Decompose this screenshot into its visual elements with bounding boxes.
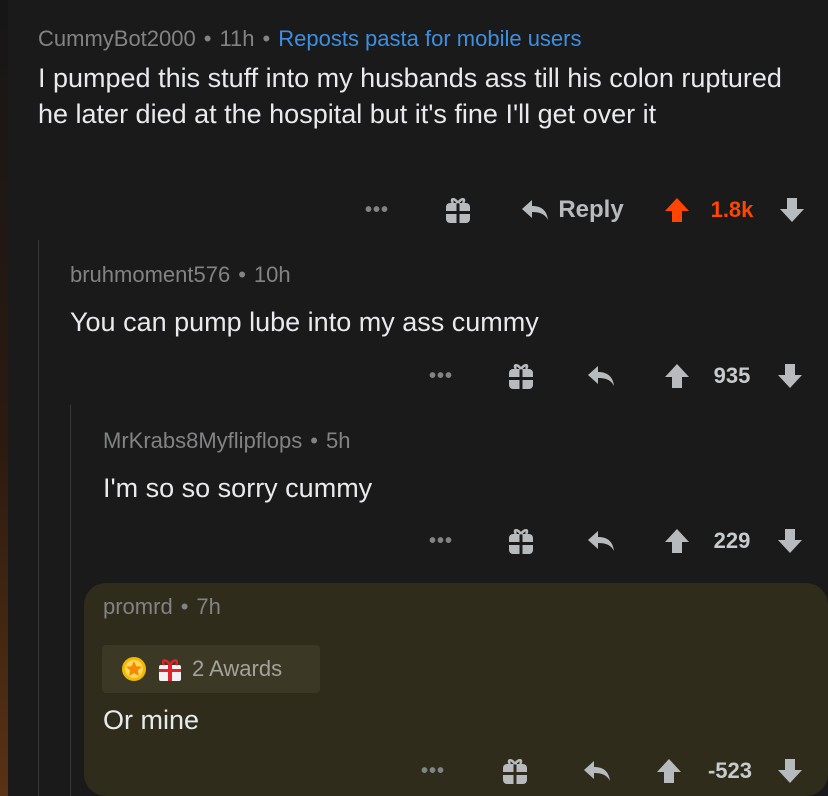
- gift-icon: [446, 198, 470, 223]
- reply-arrow-icon: [522, 200, 549, 220]
- downvote-button[interactable]: [776, 363, 804, 389]
- comment-meta: promrd • 7h: [103, 594, 803, 620]
- comment-author[interactable]: CummyBot2000: [38, 26, 196, 51]
- comment-actions: ••• Reply 1.8k: [0, 190, 828, 230]
- comment-body: I'm so so sorry cummy: [103, 473, 373, 503]
- comment-body: I pumped this stuff into my husbands ass…: [38, 63, 782, 129]
- reply-arrow-icon: [584, 761, 610, 781]
- downvote-arrow-icon: [778, 364, 802, 388]
- comment-author[interactable]: bruhmoment576: [70, 262, 230, 287]
- comment-body: You can pump lube into my ass cummy: [70, 307, 539, 337]
- comment-bruhmoment576: bruhmoment576 • 10h You can pump lube into…: [70, 262, 810, 340]
- downvote-button[interactable]: [778, 197, 806, 223]
- upvote-arrow-icon: [665, 364, 689, 388]
- gift-award-icon: [159, 659, 181, 681]
- meta-separator: •: [310, 428, 318, 453]
- comment-cummybot2000: CummyBot2000 • 11h • Reposts pasta for mobil…: [38, 26, 818, 132]
- reply-button[interactable]: [580, 759, 614, 783]
- comment-meta: MrKrabs8Myflipflops • 5h: [103, 428, 803, 454]
- upvote-button[interactable]: [663, 363, 691, 389]
- comment-actions: ••• -523: [0, 751, 828, 791]
- reply-arrow-icon: [588, 531, 614, 551]
- comment-promrd: promrd • 7h: [103, 594, 803, 620]
- upvote-button[interactable]: [663, 528, 691, 554]
- upvote-button[interactable]: [655, 758, 683, 784]
- vote-score: 229: [713, 528, 751, 553]
- thread-line-level-2[interactable]: [70, 405, 71, 796]
- gift-icon: [503, 759, 527, 784]
- comment-time: 10h: [253, 262, 291, 287]
- reply-button[interactable]: [584, 529, 618, 553]
- upvote-arrow-icon: [665, 529, 689, 553]
- reply-button[interactable]: Reply: [517, 196, 627, 224]
- comment-actions: ••• 229: [0, 521, 828, 561]
- gift-icon: [509, 364, 533, 389]
- upvote-button[interactable]: [662, 197, 692, 223]
- vote-score: -523: [707, 758, 753, 783]
- comment-time: 7h: [196, 594, 221, 619]
- gift-icon: [509, 529, 533, 554]
- meta-separator: •: [262, 26, 271, 51]
- thread-line-level-1[interactable]: [38, 240, 39, 796]
- more-options-button[interactable]: •••: [418, 760, 448, 783]
- more-options-button[interactable]: •••: [426, 530, 456, 553]
- meta-separator: •: [203, 26, 212, 51]
- awards-badge[interactable]: 2 Awards: [102, 645, 320, 693]
- comment-author[interactable]: MrKrabs8Myflipflops: [103, 428, 302, 453]
- vote-score: 1.8k: [710, 197, 754, 222]
- vote-score: 935: [713, 363, 751, 388]
- give-award-button[interactable]: [506, 526, 536, 556]
- upvote-arrow-icon: [657, 759, 681, 783]
- window-edge: [0, 0, 8, 796]
- reply-arrow-icon: [588, 366, 614, 386]
- downvote-arrow-icon: [778, 529, 802, 553]
- more-options-button[interactable]: •••: [426, 365, 456, 388]
- reply-label: Reply: [558, 196, 624, 223]
- user-flair: Reposts pasta for mobile users: [278, 26, 582, 51]
- downvote-button[interactable]: [776, 528, 804, 554]
- comment-time: 5h: [325, 428, 351, 453]
- comment-meta: CummyBot2000 • 11h • Reposts pasta for mobil…: [38, 26, 818, 52]
- downvote-arrow-icon: [780, 198, 804, 222]
- give-award-button[interactable]: [506, 361, 536, 391]
- comment-author[interactable]: promrd: [103, 594, 173, 619]
- comment-meta: bruhmoment576 • 10h: [70, 262, 810, 288]
- awards-count-label: 2 Awards: [192, 656, 283, 681]
- give-award-button[interactable]: [500, 756, 530, 786]
- upvote-arrow-icon: [665, 198, 689, 222]
- downvote-button[interactable]: [776, 758, 804, 784]
- more-options-button[interactable]: •••: [362, 199, 392, 222]
- helpful-award-icon: [122, 657, 146, 681]
- give-award-button[interactable]: [443, 195, 473, 225]
- comment-mrkrabs8myflipflops: MrKrabs8Myflipflops • 5h I'm so so sorry c…: [103, 428, 803, 506]
- downvote-arrow-icon: [778, 759, 802, 783]
- comment-time: 11h: [219, 26, 255, 51]
- reply-button[interactable]: [584, 364, 618, 388]
- meta-separator: •: [238, 262, 246, 287]
- comment-body: Or mine: [103, 705, 200, 735]
- meta-separator: •: [180, 594, 189, 619]
- comment-actions: ••• 935: [0, 356, 828, 396]
